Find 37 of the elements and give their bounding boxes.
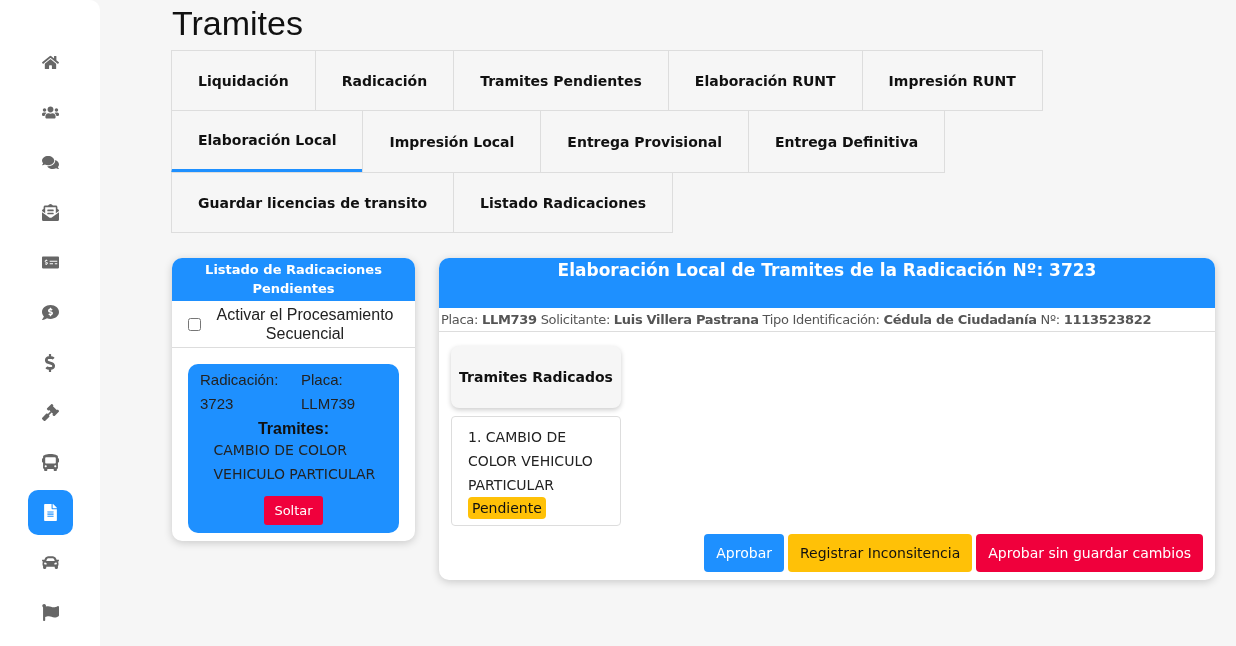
tab[interactable]: Entrega Definitiva [748, 110, 946, 173]
action-button[interactable]: Registrar Inconsitencia [788, 534, 973, 572]
field-value: 3723 [200, 394, 235, 414]
field-value: CAMBIO DE COLOR VEHICULO PARTICULAR [212, 441, 377, 484]
tab[interactable]: Elaboración Local [171, 110, 364, 173]
envelope-icon [41, 204, 59, 221]
tramite-text: 1. CAMBIO DE COLOR VEHICULO PARTICULAR [468, 428, 594, 495]
money-card-icon [41, 254, 59, 271]
checkbox-label: Activar el Procesamiento Secuencial [215, 305, 395, 343]
action-button[interactable]: Aprobar sin guardar cambios [976, 534, 1203, 572]
tab[interactable]: Impresión RUNT [861, 50, 1043, 111]
dollar-bubble-icon [41, 304, 59, 321]
flag-icon [41, 604, 59, 621]
users-icon [41, 104, 59, 121]
tab[interactable]: Listado Radicaciones [453, 172, 674, 233]
checkbox[interactable] [188, 317, 201, 331]
tab[interactable]: Liquidación [171, 50, 316, 111]
field-label: Tramites: [257, 420, 330, 438]
home-icon [41, 54, 59, 71]
page-title: Tramites [172, 4, 304, 43]
panel-title: Elaboración Local de Tramites de la Radicación Nº: 3723 [439, 258, 1215, 308]
applicant-info: Placa: LLM739 Solicitante: Luis Villera Pastrana Tipo Identificación: Cédula de Ciudadanía Nº: 1113523822 [439, 308, 1215, 332]
tramites-header: Tramites Radicados [451, 346, 621, 408]
car-icon [41, 554, 59, 571]
radicacion-card[interactable]: Radicación: Placa: 3723 LLM739 Tramites: CAMBIO DE COLOR VEHICULO PARTICULAR Soltar [188, 364, 399, 533]
field-value: LLM739 [301, 394, 357, 414]
gavel-icon [41, 404, 59, 421]
sidebar-item[interactable] [27, 490, 73, 535]
field-label: Radicación: [200, 370, 280, 390]
field-label: Placa: [301, 370, 344, 390]
document-icon [41, 504, 59, 521]
chat-bubbles-icon [41, 154, 59, 171]
status-badge: Pendiente [468, 497, 546, 519]
release-button[interactable]: Soltar [264, 496, 323, 525]
bus-icon [41, 454, 59, 471]
panel-title: Listado de Radicaciones Pendientes [172, 258, 415, 301]
tab[interactable]: Guardar licencias de transito [171, 172, 454, 233]
